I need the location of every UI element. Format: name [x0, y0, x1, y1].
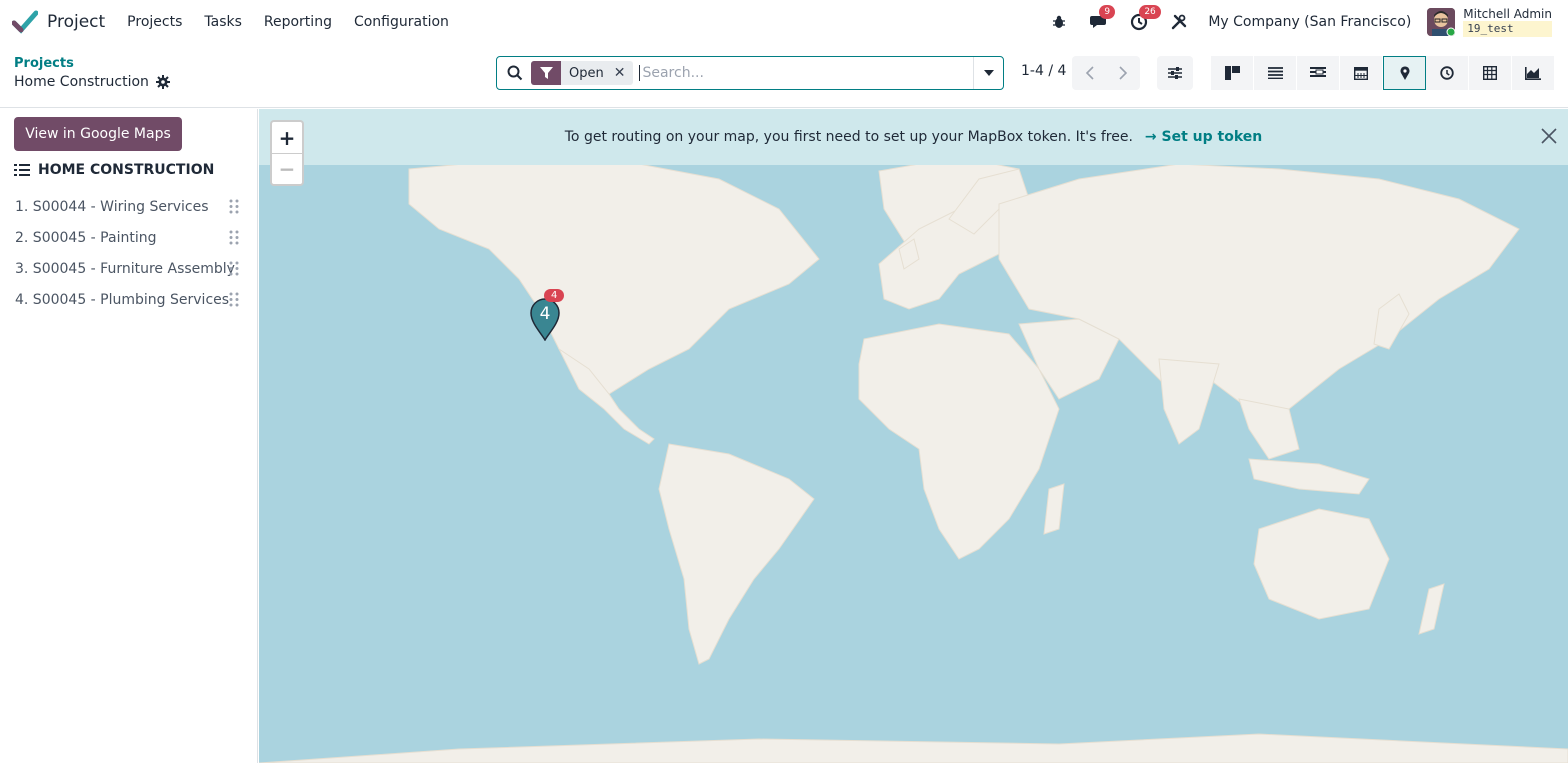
sliders-icon — [1168, 67, 1182, 79]
main-menu: Projects Tasks Reporting Configuration — [127, 14, 471, 30]
view-calendar[interactable] — [1340, 56, 1383, 90]
search-bar: Open ✕ — [496, 56, 1004, 90]
search-options-toggle[interactable] — [973, 57, 1003, 89]
menu-configuration[interactable]: Configuration — [354, 14, 449, 30]
database-badge: 19_test — [1463, 21, 1552, 37]
messages-icon[interactable]: 9 — [1088, 5, 1116, 33]
view-gantt[interactable] — [1297, 56, 1340, 90]
gantt-icon — [1310, 67, 1326, 77]
drag-handle-icon[interactable] — [229, 261, 239, 276]
world-map — [259, 156, 1568, 763]
user-menu[interactable]: Mitchell Admin 19_test — [1463, 7, 1552, 37]
close-icon[interactable] — [1540, 127, 1558, 145]
activity-clock-icon[interactable]: 26 — [1128, 5, 1161, 33]
mapbox-token-banner: To get routing on your map, you first ne… — [259, 109, 1568, 165]
menu-tasks[interactable]: Tasks — [204, 14, 242, 30]
map-canvas[interactable]: To get routing on your map, you first ne… — [259, 109, 1568, 763]
pager-buttons — [1072, 56, 1140, 90]
search-facet: Open ✕ — [531, 61, 634, 85]
pager-next[interactable] — [1106, 56, 1140, 90]
google-maps-button[interactable]: View in Google Maps — [14, 117, 182, 151]
view-map[interactable] — [1383, 56, 1426, 90]
map-marker[interactable]: 4 — [529, 297, 561, 345]
graph-icon — [1525, 66, 1541, 80]
list-item[interactable]: 2. S00045 - Painting — [0, 222, 258, 253]
chevron-left-icon — [1085, 66, 1094, 80]
group-header[interactable]: HOME CONSTRUCTION — [14, 162, 214, 178]
menu-reporting[interactable]: Reporting — [264, 14, 332, 30]
control-panel: Projects Home Construction Open ✕ 1-4 / … — [0, 44, 1568, 108]
view-pivot[interactable] — [1469, 56, 1512, 90]
record-label: 4. S00045 - Plumbing Services — [15, 291, 230, 308]
facet-remove-icon[interactable]: ✕ — [614, 65, 626, 81]
banner-message: To get routing on your map, you first ne… — [564, 129, 1133, 145]
map-sidebar: View in Google Maps HOME CONSTRUCTION 1.… — [0, 109, 258, 763]
app-brand[interactable]: Project — [12, 10, 105, 34]
company-switcher[interactable]: My Company (San Francisco) — [1208, 14, 1411, 30]
record-label: 1. S00044 - Wiring Services — [15, 198, 209, 215]
marker-count-badge: 4 — [544, 289, 565, 302]
map-icon — [1400, 66, 1409, 80]
debug-icon[interactable] — [1048, 11, 1070, 33]
breadcrumb-current: Home Construction — [14, 74, 170, 90]
zoom-out-button[interactable]: − — [272, 153, 302, 184]
record-label: 2. S00045 - Painting — [15, 229, 157, 246]
list-item[interactable]: 4. S00045 - Plumbing Services — [0, 284, 258, 315]
calendar-icon — [1354, 67, 1368, 80]
app-name: Project — [47, 12, 106, 32]
user-avatar[interactable] — [1427, 8, 1456, 36]
list-item[interactable]: 3. S00045 - Furniture Assembly — [0, 253, 258, 284]
view-activity[interactable] — [1426, 56, 1469, 90]
drag-handle-icon[interactable] — [229, 292, 239, 307]
activity-icon — [1440, 66, 1454, 80]
drag-handle-icon[interactable] — [229, 230, 239, 245]
user-name: Mitchell Admin — [1463, 7, 1552, 21]
caret-down-icon — [983, 70, 994, 76]
zoom-control: + − — [270, 120, 304, 186]
list-icon — [1267, 67, 1283, 79]
setup-token-link[interactable]: → Set up token — [1145, 129, 1262, 145]
group-title: HOME CONSTRUCTION — [38, 162, 215, 178]
search-icon[interactable] — [507, 65, 523, 81]
record-list: 1. S00044 - Wiring Services 2. S00045 - … — [0, 191, 258, 315]
systray: 9 26 My Company (San Francisco) Mitchell… — [1048, 0, 1552, 44]
view-list[interactable] — [1254, 56, 1297, 90]
gear-icon[interactable] — [155, 75, 170, 89]
pivot-icon — [1483, 66, 1497, 80]
facet-label: Open — [569, 65, 604, 81]
search-input[interactable] — [639, 65, 960, 81]
breadcrumb-parent[interactable]: Projects — [14, 56, 74, 71]
pager-value[interactable]: 1-4 / 4 — [1021, 63, 1066, 79]
view-graph[interactable] — [1512, 56, 1555, 90]
filter-icon — [531, 61, 561, 85]
settings-tools-icon[interactable] — [1168, 11, 1190, 33]
list-icon — [14, 164, 30, 176]
kanban-icon — [1224, 66, 1240, 80]
view-settings-button[interactable] — [1157, 56, 1193, 90]
messages-badge: 9 — [1099, 5, 1116, 19]
record-label: 3. S00045 - Furniture Assembly — [15, 260, 235, 277]
view-kanban[interactable] — [1211, 56, 1254, 90]
view-switcher — [1211, 56, 1555, 90]
pager-previous[interactable] — [1072, 56, 1106, 90]
chevron-right-icon — [1118, 66, 1127, 80]
breadcrumb-current-label: Home Construction — [14, 74, 149, 90]
list-item[interactable]: 1. S00044 - Wiring Services — [0, 191, 258, 222]
marker-label: 4 — [539, 304, 551, 324]
activities-badge: 26 — [1139, 5, 1161, 19]
zoom-in-button[interactable]: + — [272, 122, 302, 153]
top-navbar: Project Projects Tasks Reporting Configu… — [0, 0, 1568, 44]
drag-handle-icon[interactable] — [229, 199, 239, 214]
project-app-icon — [12, 10, 38, 34]
menu-projects[interactable]: Projects — [127, 14, 182, 30]
